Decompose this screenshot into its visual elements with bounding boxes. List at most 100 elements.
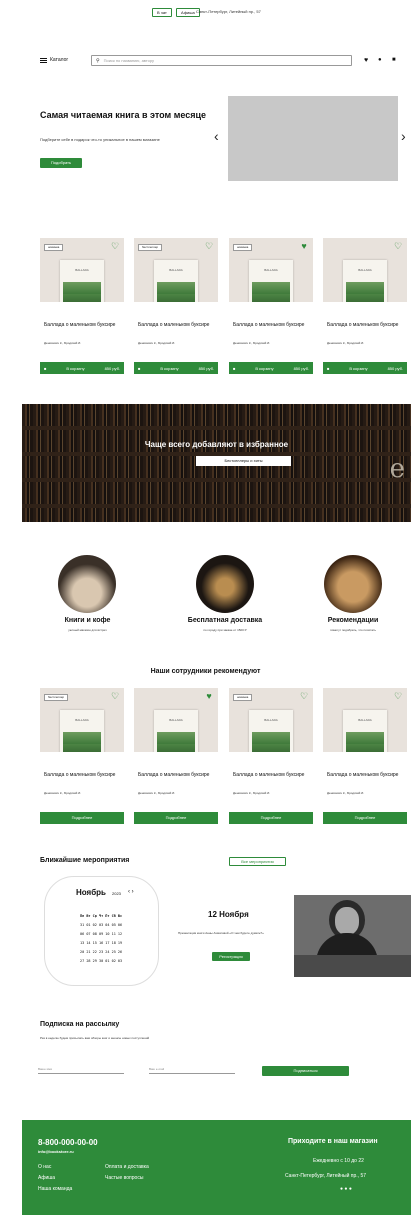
favorite-heart-icon[interactable]: ♡ [110,242,120,252]
event-portrait [294,895,411,977]
cart-icon: ■ [327,365,330,371]
add-to-cart-button[interactable]: ■ В корзину 850 руб. [323,362,407,374]
calendar-week[interactable]: 06 07 08 09 10 11 12 [80,930,140,939]
product-title[interactable]: Баллада о маленьком буксире [233,322,313,328]
favorite-heart-icon[interactable]: ♡ [299,692,309,702]
product-title[interactable]: Баллада о маленьком буксире [233,772,313,778]
footer-link-about[interactable]: О нас [38,1164,51,1170]
product-card[interactable]: BALLADA новинка ♡ Баллада о маленьком букси… [229,688,313,828]
favorite-heart-icon[interactable]: ♥ [204,692,214,702]
favorite-heart-icon[interactable]: ♥ [299,242,309,252]
calendar-week[interactable]: 20 21 22 23 24 25 26 [80,948,140,957]
feature-sub-coffee: уютный магазин для встреч [68,628,107,632]
details-button[interactable]: Подробнее [134,812,218,824]
product-card[interactable]: BALLADA бестселлер ♡ Баллада о маленьком бу… [134,238,218,378]
all-events-button[interactable]: Все мероприятия [229,857,286,866]
cart-icon[interactable]: ■ [392,57,396,64]
add-to-cart-button[interactable]: ■ В корзину 850 руб. [134,362,218,374]
favorite-heart-icon[interactable]: ♡ [393,692,403,702]
favorite-heart-icon[interactable]: ♡ [204,242,214,252]
buy-label: В корзину [349,365,368,371]
product-price: 850 руб. [198,365,214,371]
pick-button[interactable]: Подобрать [40,158,82,168]
hero-subtitle: Подберите себе в подарок что-то уникальн… [40,137,160,142]
top-address: Санкт-Петербург, Литейный пр., 57 [196,9,261,14]
calendar-grid[interactable]: Пн Вт Ср Чт Пт Сб Вс 31 01 02 03 04 05 0… [80,912,140,966]
bestsellers-button[interactable]: Бестселлеры и хиты [196,456,291,466]
product-tag: бестселлер [138,244,163,251]
favorite-heart-icon[interactable]: ♡ [393,242,403,252]
details-button[interactable]: Подробнее [229,812,313,824]
product-card[interactable]: BALLADA новинка ♥ Баллада о маленьком букси… [229,238,313,378]
book-cover-title: BALLADA [75,268,89,272]
subscribe-button[interactable]: Подписаться [262,1066,349,1076]
calendar-week[interactable]: 27 28 29 30 01 02 03 [80,957,140,966]
register-button[interactable]: Регистрация [212,952,250,961]
banner-title: Чаще всего добавляют в избранное [144,440,289,449]
product-title[interactable]: Баллада о маленьком буксире [138,322,218,328]
product-card[interactable]: BALLADA ♡ Баллада о маленьком буксире Денис… [323,688,407,828]
hero-image [228,96,398,181]
banner-letter: e [389,454,405,484]
product-card[interactable]: BALLADA ♥ Баллада о маленьком буксире Денис… [134,688,218,828]
hero-prev-arrow[interactable]: ‹ [214,128,219,144]
product-card[interactable]: BALLADA новинка ♡ Баллада о маленьком букси… [40,238,124,378]
product-tag: новинка [44,244,64,251]
buy-label: В корзину [160,365,179,371]
product-card[interactable]: BALLADA бестселлер ♡ Баллада о маленьком бу… [40,688,124,828]
product-author: Денисевич К., Бродский И. [327,341,365,345]
product-author: Денисевич К., Бродский И. [233,341,271,345]
product-author: Денисевич К., Бродский И. [233,791,271,795]
name-field[interactable]: Ваше имя [38,1067,124,1074]
user-icon[interactable]: ● [378,57,382,64]
calendar-weekdays: Пн Вт Ср Чт Пт Сб Вс [80,914,123,918]
footer-email[interactable]: info@bookstore.ru [38,1149,74,1154]
buy-label: В корзину [66,365,85,371]
heart-icon[interactable]: ♥ [364,57,368,64]
calendar-month: Ноябрь [76,888,106,897]
product-title[interactable]: Баллада о маленьком буксире [327,772,407,778]
email-field[interactable]: Ваш e-mail [149,1067,235,1074]
product-title[interactable]: Баллада о маленьком буксире [44,772,124,778]
favorite-heart-icon[interactable]: ♡ [110,692,120,702]
product-card[interactable]: BALLADA ♡ Баллада о маленьком буксире Денис… [323,238,407,378]
calendar-year: 2023 [112,891,121,896]
search-input[interactable]: ⚲ Поиск по названию, автору [91,55,352,66]
footer-social-icons[interactable]: ● ● ● [340,1186,352,1192]
product-title[interactable]: Баллада о маленьком буксире [138,772,218,778]
footer-phone[interactable]: 8-800-000-00-00 [38,1138,98,1147]
delivery-image [196,555,254,613]
add-to-cart-button[interactable]: ■ В корзину 850 руб. [40,362,124,374]
footer-link-faq[interactable]: Частые вопросы [105,1175,143,1181]
hero-next-arrow[interactable]: › [401,128,406,144]
book-cover: BALLADA [343,260,387,302]
footer-link-team[interactable]: Наша команда [38,1186,72,1192]
product-image[interactable]: BALLADA ♡ [323,238,407,302]
product-image[interactable]: BALLADA новинка ♡ [40,238,124,302]
product-image[interactable]: BALLADA ♥ [134,688,218,752]
add-to-cart-button[interactable]: ■ В корзину 850 руб. [229,362,313,374]
product-image[interactable]: BALLADA бестселлер ♡ [40,688,124,752]
product-image[interactable]: BALLADA бестселлер ♡ [134,238,218,302]
product-title[interactable]: Баллада о маленьком буксире [44,322,124,328]
details-button[interactable]: Подробнее [323,812,407,824]
details-button[interactable]: Подробнее [40,812,124,824]
event-description: Презентация книги Анны Ахматовой «О чем … [178,931,264,935]
book-cover-title: BALLADA [358,268,372,272]
product-image[interactable]: BALLADA ♡ [323,688,407,752]
subscribe-title: Подписка на рассылку [40,1021,120,1028]
footer-link-afisha[interactable]: Афиша [38,1175,55,1181]
catalog-button[interactable]: Каталог [40,57,68,63]
product-image[interactable]: BALLADA новинка ♡ [229,688,313,752]
book-cover: BALLADA [154,260,198,302]
footer-hours: Ежедневно с 10 до 22 [313,1158,364,1164]
product-image[interactable]: BALLADA новинка ♥ [229,238,313,302]
calendar-nav[interactable]: ‹ › [128,889,134,895]
buy-label: В корзину [255,365,274,371]
product-price: 850 руб. [387,365,403,371]
product-title[interactable]: Баллада о маленьком буксире [327,322,407,328]
footer-link-payment[interactable]: Оплата и доставка [105,1164,149,1170]
calendar-week[interactable]: 31 01 02 03 04 05 06 [80,921,140,930]
chat-pill[interactable]: В чат [152,8,172,17]
calendar-week[interactable]: 13 14 15 16 17 18 19 [80,939,140,948]
